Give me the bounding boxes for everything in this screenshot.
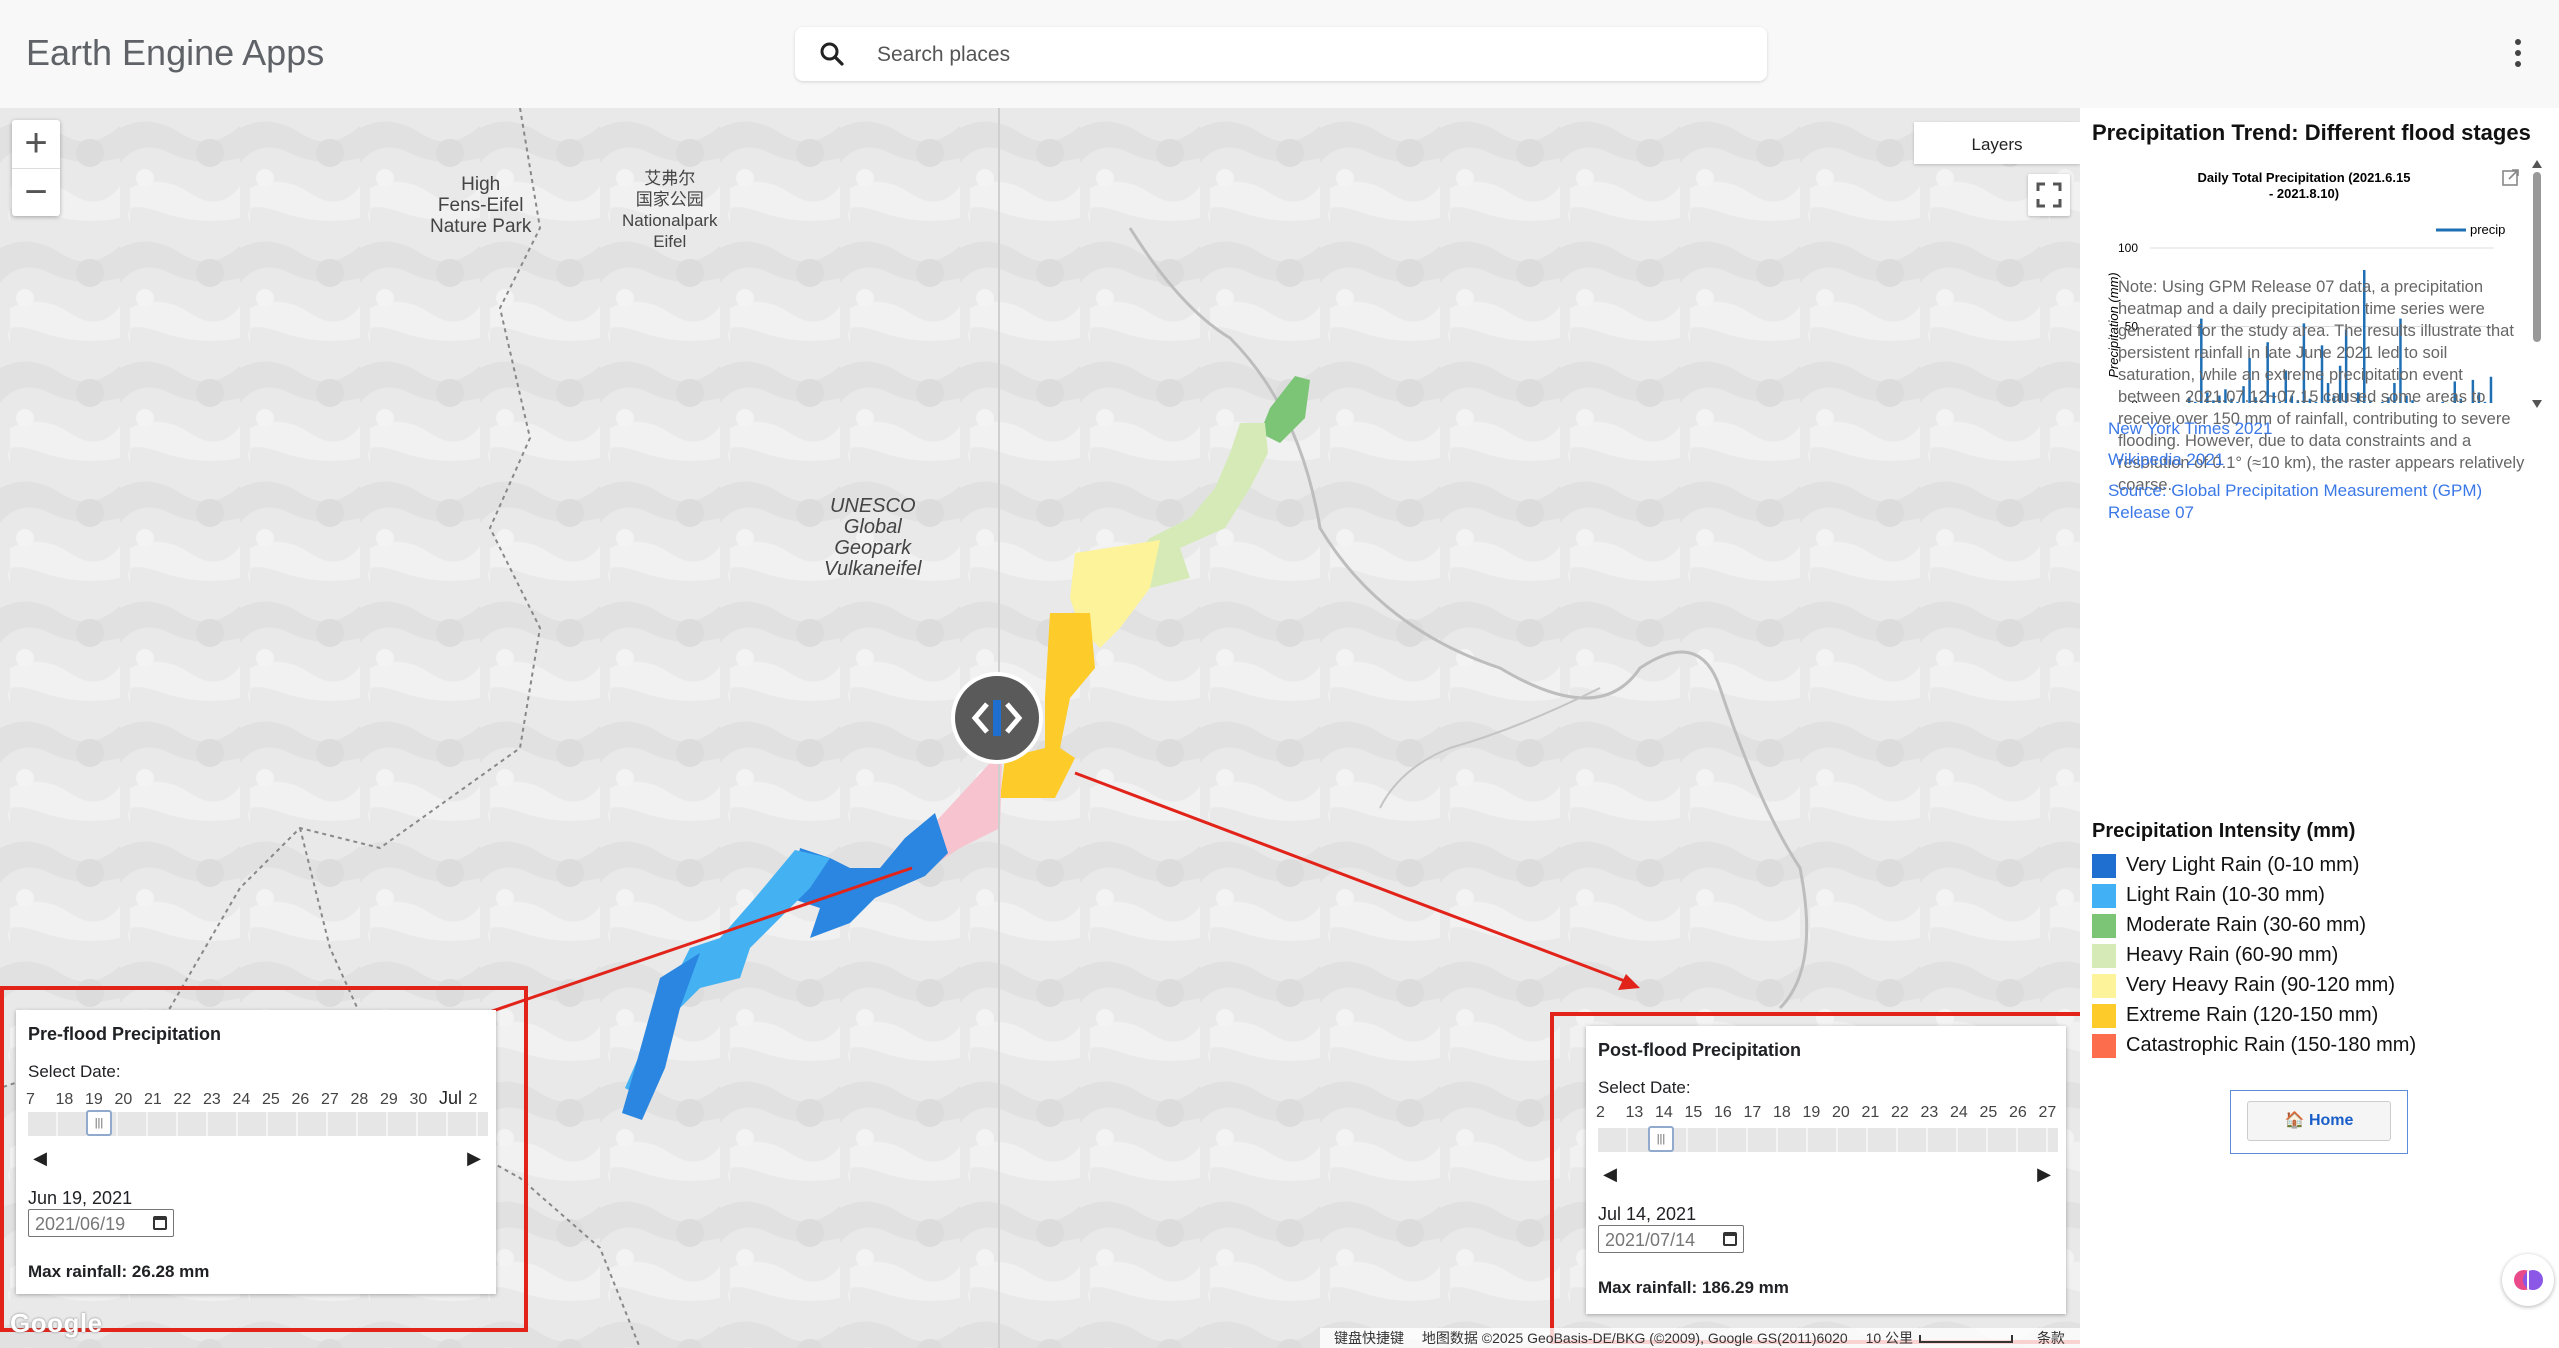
chart-legend-label: precip [2470, 222, 2505, 237]
link-wikipedia-2021[interactable]: Wikipedia 2021 [2108, 449, 2538, 471]
layers-button[interactable]: Layers [1914, 122, 2080, 164]
pre-flood-highlight-box [0, 986, 528, 1332]
map-label-unesco: UNESCO Global Geopark Vulkaneifel [824, 495, 922, 580]
map-label-eifel-park: 艾弗尔 国家公园 Nationalpark Eifel [622, 169, 718, 251]
legend-label: Very Heavy Rain (90-120 mm) [2126, 974, 2395, 996]
home-button-container: 🏠 Home [2230, 1090, 2408, 1154]
legend-swatch [2092, 1033, 2116, 1058]
map-label-high-fens: High Fens-Eifel Nature Park [430, 174, 532, 237]
sidebar-title: Precipitation Trend: Different flood sta… [2092, 120, 2531, 145]
legend-swatch [2092, 913, 2116, 938]
legend-title: Precipitation Intensity (mm) [2092, 820, 2356, 842]
search-icon[interactable] [817, 39, 847, 69]
zoom-in-button[interactable]: + [12, 120, 60, 168]
legend-item: Very Light Rain (0-10 mm) [2092, 852, 2359, 878]
legend-swatch [2092, 943, 2116, 968]
legend-swatch [2092, 973, 2116, 998]
scale-bar [1919, 1335, 2014, 1344]
assistant-brain-icon[interactable] [2502, 1254, 2554, 1306]
terms-link[interactable]: 条款 [2037, 1330, 2065, 1346]
home-button[interactable]: 🏠 Home [2247, 1101, 2391, 1141]
chevrons-left-right-icon [971, 700, 1023, 736]
legend-label: Light Rain (10-30 mm) [2126, 884, 2325, 906]
legend-label: Moderate Rain (30-60 mm) [2126, 914, 2367, 936]
map-canvas[interactable]: High Fens-Eifel Nature Park 艾弗尔 国家公园 Nationa… [0, 108, 2080, 1348]
map-data-text: 地图数据 ©2025 GeoBasis-DE/BKG (©2009), Goog… [1421, 1330, 1848, 1346]
google-logo: Google [10, 1308, 103, 1338]
chart-title-line-2: - 2021.8.10) [2269, 186, 2339, 201]
map-attribution: 键盘快捷键 地图数据 ©2025 GeoBasis-DE/BKG (©2009)… [1320, 1328, 2080, 1348]
keyboard-shortcuts-link[interactable]: 键盘快捷键 [1334, 1330, 1404, 1346]
legend-item: Very Heavy Rain (90-120 mm) [2092, 972, 2395, 998]
zoom-out-button[interactable]: − [12, 168, 60, 217]
post-flood-highlight-box [1550, 1012, 2080, 1344]
chart-scrollbar[interactable] [2530, 158, 2544, 408]
legend-item: Heavy Rain (60-90 mm) [2092, 942, 2338, 968]
legend-item: Catastrophic Rain (150-180 mm) [2092, 1032, 2416, 1058]
chart-y-tick-label: 100 [2118, 241, 2138, 255]
search-box[interactable] [795, 27, 1767, 81]
info-sidebar: Precipitation Trend: Different flood sta… [2080, 108, 2559, 1348]
popout-icon[interactable] [2502, 169, 2519, 186]
link-nyt-2021[interactable]: New York Times 2021 [2108, 418, 2538, 440]
legend-item: Moderate Rain (30-60 mm) [2092, 912, 2366, 938]
scale-label: 10 公里 [1865, 1330, 1914, 1346]
legend-item: Light Rain (10-30 mm) [2092, 882, 2325, 908]
search-input[interactable] [875, 35, 1739, 75]
zoom-control[interactable]: + − [12, 120, 60, 216]
fullscreen-icon[interactable] [2028, 174, 2070, 216]
app-header: Earth Engine Apps [0, 0, 2559, 109]
legend-swatch [2092, 1003, 2116, 1028]
legend-label: Extreme Rain (120-150 mm) [2126, 1004, 2379, 1026]
legend-item: Extreme Rain (120-150 mm) [2092, 1002, 2378, 1028]
legend-label: Heavy Rain (60-90 mm) [2126, 944, 2339, 966]
legend-label: Catastrophic Rain (150-180 mm) [2126, 1034, 2417, 1056]
legend-swatch [2092, 883, 2116, 908]
more-options-icon[interactable] [2505, 36, 2531, 72]
chart-title-line-1: Daily Total Precipitation (2021.6.15 [2198, 170, 2411, 185]
swipe-handle[interactable] [951, 672, 1043, 764]
legend-swatch [2092, 853, 2116, 878]
legend-label: Very Light Rain (0-10 mm) [2126, 854, 2360, 876]
app-title: Earth Engine Apps [26, 32, 325, 73]
link-gpm-source[interactable]: Source: Global Precipitation Measurement… [2108, 480, 2538, 524]
